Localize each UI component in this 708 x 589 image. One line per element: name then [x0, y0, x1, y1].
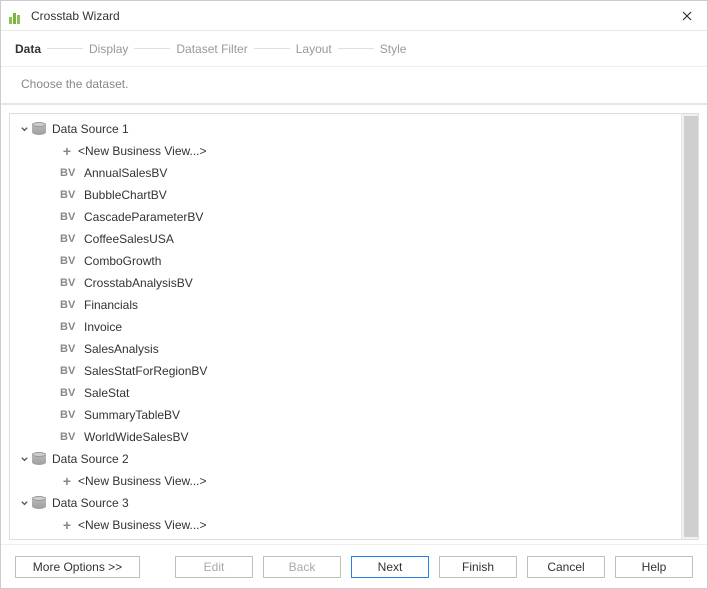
business-view-icon: BV — [60, 210, 80, 224]
business-view-icon: BV — [60, 342, 80, 356]
close-button[interactable] — [673, 5, 701, 27]
edit-button: Edit — [175, 556, 253, 578]
data-source-label: Data Source 3 — [52, 496, 129, 510]
business-view-item[interactable]: BV CrosstabAnalysisBV — [16, 272, 681, 294]
business-view-icon: BV — [60, 364, 80, 378]
business-view-label: SalesStatForRegionBV — [84, 364, 207, 378]
business-view-icon: BV — [60, 276, 80, 290]
data-source-node[interactable]: Data Source 3 — [16, 492, 681, 514]
business-view-label: Financials — [84, 298, 138, 312]
business-view-icon: BV — [60, 386, 80, 400]
step-data[interactable]: Data — [15, 42, 41, 56]
step-separator — [254, 48, 290, 49]
data-source-node[interactable]: Data Source 1 — [16, 118, 681, 140]
business-view-item[interactable]: BV SummaryTableBV — [16, 404, 681, 426]
new-business-view-item[interactable]: + <New Business View...> — [16, 140, 681, 162]
chevron-down-icon[interactable] — [18, 123, 30, 135]
close-icon — [682, 11, 692, 21]
instruction-text: Choose the dataset. — [1, 67, 707, 105]
help-button[interactable]: Help — [615, 556, 693, 578]
business-view-label: AnnualSalesBV — [84, 166, 167, 180]
business-view-item[interactable]: BV Financials — [16, 294, 681, 316]
new-business-view-label: <New Business View...> — [78, 474, 207, 488]
business-view-icon: BV — [60, 298, 80, 312]
window-title: Crosstab Wizard — [31, 9, 673, 23]
new-business-view-label: <New Business View...> — [78, 518, 207, 532]
database-icon — [32, 496, 48, 510]
wizard-steps: Data Display Dataset Filter Layout Style — [1, 31, 707, 67]
business-view-icon: BV — [60, 188, 80, 202]
business-view-item[interactable]: BV BubbleChartBV — [16, 184, 681, 206]
data-source-node[interactable]: Data Source 2 — [16, 448, 681, 470]
business-view-icon: BV — [60, 254, 80, 268]
business-view-icon: BV — [60, 408, 80, 422]
new-business-view-item[interactable]: + <New Business View...> — [16, 470, 681, 492]
business-view-label: CrosstabAnalysisBV — [84, 276, 193, 290]
button-row: More Options >> Edit Back Next Finish Ca… — [1, 544, 707, 588]
business-view-icon: BV — [60, 232, 80, 246]
business-view-label: SalesAnalysis — [84, 342, 159, 356]
business-view-item[interactable]: BV Invoice — [16, 316, 681, 338]
business-view-icon: BV — [60, 166, 80, 180]
business-view-icon: BV — [60, 430, 80, 444]
business-view-label: WorldWideSalesBV — [84, 430, 188, 444]
step-separator — [47, 48, 83, 49]
business-view-item[interactable]: BV AnnualSalesBV — [16, 162, 681, 184]
chevron-down-icon[interactable] — [18, 497, 30, 509]
step-separator — [134, 48, 170, 49]
chevron-down-icon[interactable] — [18, 453, 30, 465]
business-view-label: CascadeParameterBV — [84, 210, 203, 224]
scrollbar[interactable] — [681, 114, 698, 539]
step-separator — [338, 48, 374, 49]
step-layout[interactable]: Layout — [296, 42, 332, 56]
business-view-label: BubbleChartBV — [84, 188, 167, 202]
cancel-button[interactable]: Cancel — [527, 556, 605, 578]
business-view-item[interactable]: BV CoffeeSalesUSA — [16, 228, 681, 250]
step-dataset-filter[interactable]: Dataset Filter — [176, 42, 247, 56]
business-view-label: SaleStat — [84, 386, 129, 400]
business-view-item[interactable]: BV SaleStat — [16, 382, 681, 404]
business-view-label: SummaryTableBV — [84, 408, 180, 422]
business-view-item[interactable]: BV ComboGrowth — [16, 250, 681, 272]
plus-icon: + — [60, 474, 74, 488]
dataset-tree-panel: Data Source 1 + <New Business View...> BV An… — [9, 113, 699, 540]
business-view-item[interactable]: BV CascadeParameterBV — [16, 206, 681, 228]
more-options-button[interactable]: More Options >> — [15, 556, 140, 578]
finish-button[interactable]: Finish — [439, 556, 517, 578]
next-button[interactable]: Next — [351, 556, 429, 578]
back-button: Back — [263, 556, 341, 578]
business-view-label: Invoice — [84, 320, 122, 334]
business-view-item[interactable]: BV SalesStatForRegionBV — [16, 360, 681, 382]
title-bar: Crosstab Wizard — [1, 1, 707, 31]
business-view-label: ComboGrowth — [84, 254, 161, 268]
data-source-label: Data Source 1 — [52, 122, 129, 136]
plus-icon: + — [60, 144, 74, 158]
dataset-tree[interactable]: Data Source 1 + <New Business View...> BV An… — [10, 114, 681, 539]
new-business-view-label: <New Business View...> — [78, 144, 207, 158]
plus-icon: + — [60, 518, 74, 532]
business-view-icon: BV — [60, 320, 80, 334]
wizard-dialog: Crosstab Wizard Data Display Dataset Fil… — [0, 0, 708, 589]
crosstab-app-icon — [9, 8, 25, 24]
business-view-item[interactable]: BV WorldWideSalesBV — [16, 426, 681, 448]
database-icon — [32, 452, 48, 466]
business-view-item[interactable]: BV SalesAnalysis — [16, 338, 681, 360]
new-business-view-item[interactable]: + <New Business View...> — [16, 514, 681, 536]
step-display[interactable]: Display — [89, 42, 128, 56]
scrollbar-thumb[interactable] — [684, 116, 699, 537]
database-icon — [32, 122, 48, 136]
business-view-label: CoffeeSalesUSA — [84, 232, 174, 246]
step-style[interactable]: Style — [380, 42, 407, 56]
data-source-label: Data Source 2 — [52, 452, 129, 466]
